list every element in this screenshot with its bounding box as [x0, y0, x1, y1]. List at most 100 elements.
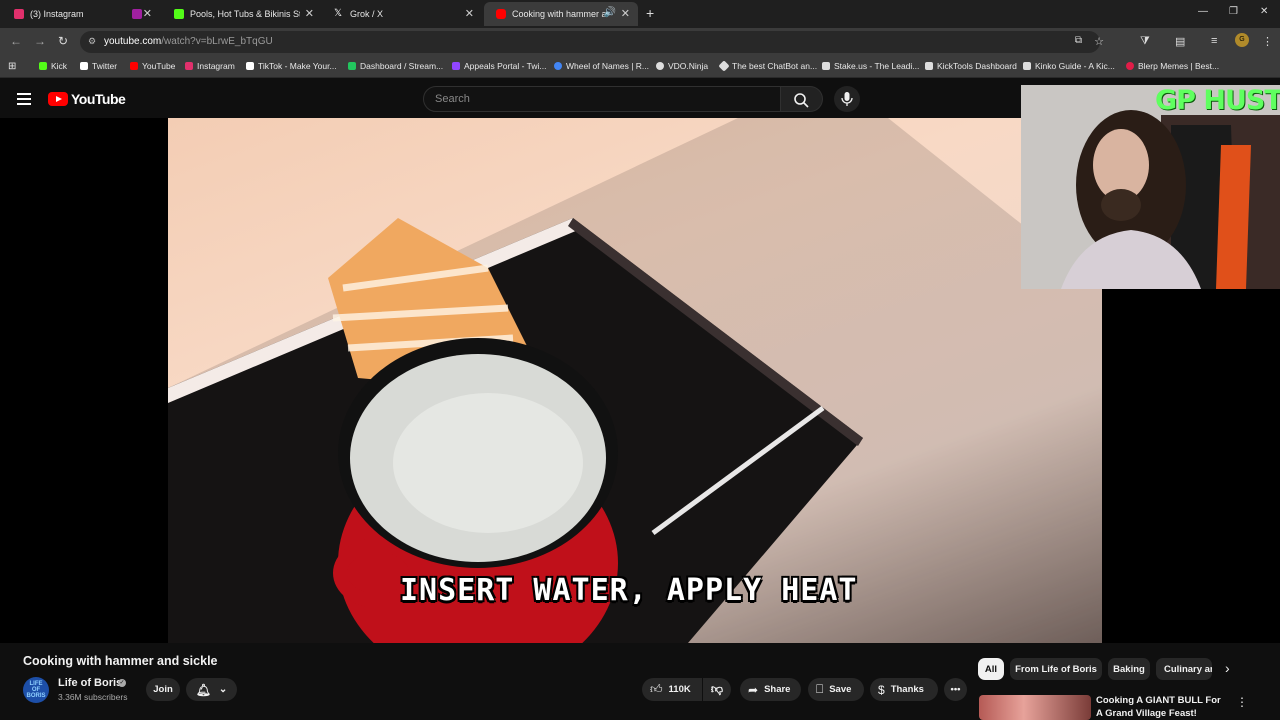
- recommendation-title[interactable]: Cooking A GIANT BULL For A Grand Village…: [1096, 694, 1226, 720]
- chip-label: Culinary ar: [1164, 663, 1212, 675]
- bookmark-appeals[interactable]: Appeals Portal - Twi...: [452, 61, 547, 71]
- speaker-icon[interactable]: 🔊: [604, 7, 616, 18]
- close-icon[interactable]: ✕: [143, 7, 152, 20]
- chip-label: Baking: [1113, 663, 1145, 675]
- bookmark-label: Stake.us - The Leadi...: [834, 61, 920, 71]
- stake-icon: [822, 62, 830, 70]
- install-app-icon[interactable]: ⧉: [1075, 35, 1082, 46]
- search-icon: [794, 93, 809, 108]
- chip-label: From Life of Boris: [1015, 663, 1097, 675]
- vdo-ninja-icon: [656, 62, 664, 70]
- google-icon: [554, 62, 562, 70]
- bookmark-label: Appeals Portal - Twi...: [464, 61, 547, 71]
- bookmark-youtube[interactable]: YouTube: [130, 61, 175, 71]
- bookmark-stake[interactable]: Stake.us - The Leadi...: [822, 61, 919, 71]
- bookmark-label: VDO.Ninja: [668, 61, 709, 71]
- close-icon[interactable]: ✕: [465, 7, 474, 20]
- tab-grok[interactable]: 𝕏 Grok / X ✕: [322, 2, 482, 26]
- menu-kebab-icon[interactable]: ⋮: [1262, 35, 1273, 48]
- like-button[interactable]: 👍︎ 110K: [642, 678, 702, 701]
- bookmark-wheel[interactable]: Wheel of Names | R...: [554, 61, 649, 71]
- search-button[interactable]: [781, 86, 823, 112]
- apps-grid-icon[interactable]: ⊞: [8, 61, 16, 72]
- recommendation-thumbnail[interactable]: [979, 695, 1091, 720]
- microphone-icon: [841, 92, 853, 106]
- close-window-icon[interactable]: ✕: [1260, 6, 1268, 17]
- video-frame[interactable]: INSERT WATER, APPLY HEAT: [168, 118, 1102, 643]
- more-actions-button[interactable]: •••: [944, 678, 967, 701]
- bookmark-blerp[interactable]: Blerp Memes | Best...: [1126, 61, 1219, 71]
- address-toolbar: ← → ↻ ⚙ youtube.com/watch?v=bLrwE_bTqGU …: [0, 28, 1280, 56]
- chip-culinary[interactable]: Culinary ar: [1156, 658, 1212, 680]
- bookmark-instagram[interactable]: Instagram: [185, 61, 235, 71]
- bookmark-kinko[interactable]: Kinko Guide - A Kic...: [1023, 61, 1115, 71]
- bookmark-label: YouTube: [142, 61, 176, 71]
- bookmark-chatbot[interactable]: The best ChatBot an...: [718, 60, 818, 72]
- save-label: Save: [829, 684, 852, 695]
- media-control-icon[interactable]: ▤: [1175, 35, 1185, 48]
- close-icon[interactable]: ✕: [305, 7, 314, 20]
- logo-text: YouTube: [71, 91, 126, 107]
- save-button[interactable]: ⎕ Save: [808, 678, 864, 701]
- menu-icon[interactable]: [17, 93, 31, 105]
- chevron-right-icon[interactable]: ›: [1225, 660, 1230, 676]
- bookmark-twitter[interactable]: Twitter: [80, 61, 117, 71]
- youtube-icon: [130, 62, 138, 70]
- bookmark-kicktools[interactable]: KickTools Dashboard: [925, 61, 1017, 71]
- share-button[interactable]: ➦ Share: [740, 678, 801, 701]
- subscribed-notifications-button[interactable]: 🔔︎ ⌄: [186, 678, 237, 701]
- blerp-icon: [1126, 62, 1134, 70]
- chatbot-icon: [718, 60, 730, 72]
- instagram-icon: [14, 9, 24, 19]
- video-scene: [168, 118, 1102, 643]
- more-icon: •••: [950, 684, 961, 695]
- tab-kick[interactable]: Pools, Hot Tubs & Bikinis Strea ✕: [162, 2, 322, 26]
- new-tab-icon[interactable]: +: [646, 5, 654, 21]
- thanks-icon: $: [878, 682, 885, 697]
- chip-baking[interactable]: Baking: [1108, 658, 1150, 680]
- reload-icon[interactable]: ↻: [58, 34, 68, 48]
- join-button[interactable]: Join: [146, 678, 180, 701]
- dislike-button[interactable]: 👎︎: [703, 678, 731, 701]
- forward-icon[interactable]: →: [34, 34, 46, 48]
- minimize-icon[interactable]: —: [1198, 6, 1208, 17]
- bookmark-label: Instagram: [197, 61, 235, 71]
- tiktok-icon: [246, 62, 254, 70]
- bookmarks-bar: ⊞ Kick Twitter YouTube Instagram TikTok …: [0, 56, 1280, 78]
- profile-avatar[interactable]: G: [1235, 33, 1249, 47]
- thanks-button[interactable]: $ Thanks: [870, 678, 938, 701]
- bookmark-kick[interactable]: Kick: [39, 61, 67, 71]
- site-info-icon[interactable]: ⚙: [88, 36, 96, 47]
- tab-search-icon[interactable]: ≡: [1211, 35, 1217, 47]
- tab-twitch[interactable]: ✕: [120, 2, 160, 26]
- bookmark-vdo[interactable]: VDO.Ninja: [656, 61, 708, 71]
- bookmark-dashboard[interactable]: Dashboard / Stream...: [348, 61, 443, 71]
- bookmark-label: KickTools Dashboard: [937, 61, 1017, 71]
- channel-name[interactable]: Life of Boris: [58, 677, 122, 689]
- chip-all[interactable]: All: [978, 658, 1004, 680]
- webcam-title: GP HUSTLA: [1155, 85, 1280, 116]
- restore-icon[interactable]: ❐: [1229, 6, 1238, 17]
- share-icon: ➦: [748, 682, 759, 697]
- tab-youtube-active[interactable]: Cooking with hammer and 🔊 ✕: [484, 2, 638, 26]
- url-host: youtube.com: [104, 36, 162, 47]
- address-bar[interactable]: ⚙ youtube.com/watch?v=bLrwE_bTqGU ☆ ⧉: [80, 31, 1104, 53]
- bookmark-label: Kinko Guide - A Kic...: [1035, 61, 1115, 71]
- close-icon[interactable]: ✕: [621, 7, 630, 20]
- instagram-icon: [185, 62, 193, 70]
- back-icon[interactable]: ←: [10, 34, 22, 48]
- extensions-icon[interactable]: ⧩: [1140, 35, 1150, 48]
- bookmark-label: The best ChatBot an...: [732, 61, 818, 71]
- chip-from-channel[interactable]: From Life of Boris: [1010, 658, 1102, 680]
- dashboard-icon: [348, 62, 356, 70]
- verified-icon: ✓: [118, 679, 126, 687]
- x-logo-icon: 𝕏: [334, 8, 343, 19]
- bookmark-star-icon[interactable]: ☆: [1094, 35, 1104, 48]
- voice-search-button[interactable]: [834, 86, 860, 112]
- recommendation-menu-icon[interactable]: ⋮: [1236, 695, 1248, 709]
- channel-avatar[interactable]: LIFE OF BORIS: [23, 677, 49, 703]
- bookmark-tiktok[interactable]: TikTok - Make Your...: [246, 61, 337, 71]
- search-input[interactable]: Search: [423, 86, 781, 112]
- youtube-logo[interactable]: YouTube: [48, 91, 126, 107]
- thumbs-down-icon: 👎︎: [710, 682, 724, 696]
